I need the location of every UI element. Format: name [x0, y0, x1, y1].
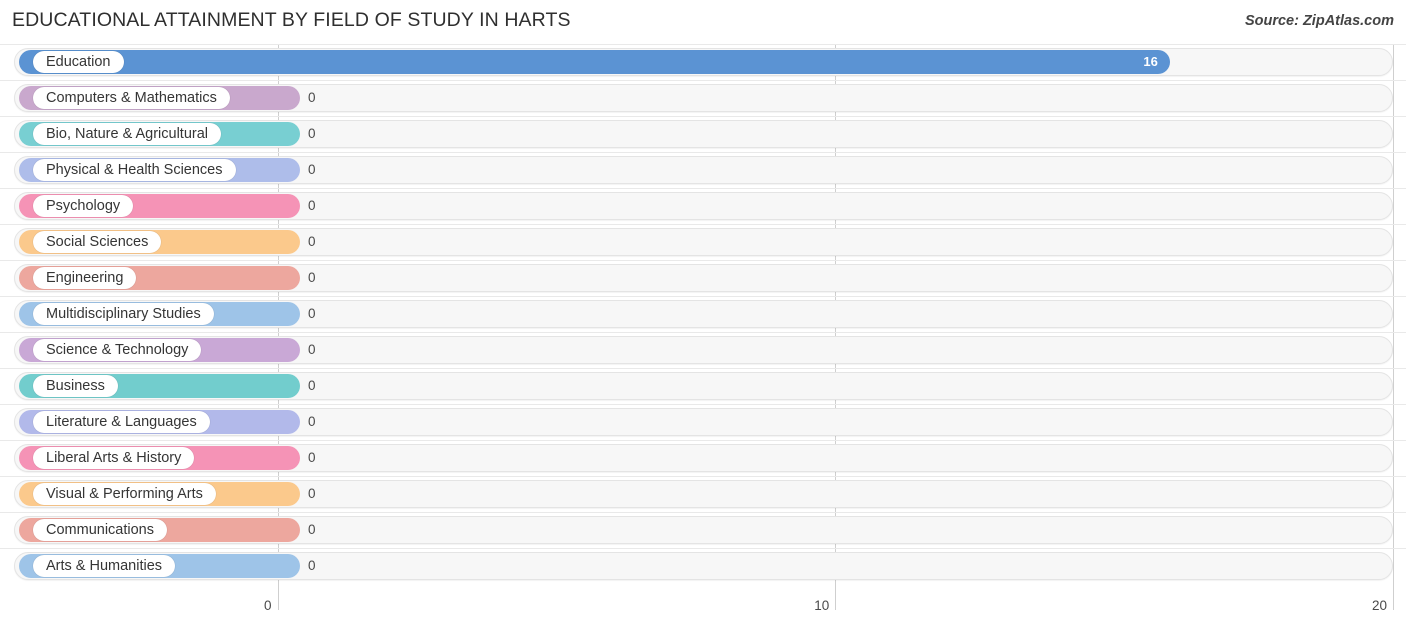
- bar-row[interactable]: 0 Arts & Humanities: [0, 548, 1406, 584]
- bar-row[interactable]: 0 Social Sciences: [0, 224, 1406, 260]
- row-separator: [0, 332, 1406, 333]
- bar-value-label: 0: [308, 342, 316, 357]
- axis-tick-label: 0: [263, 598, 272, 613]
- category-label: Computers & Mathematics: [33, 87, 230, 109]
- bar-value-label: 0: [308, 306, 316, 321]
- row-separator: [0, 512, 1406, 513]
- row-separator: [0, 116, 1406, 117]
- bar-value-label: 16: [1143, 54, 1158, 69]
- bar-value-label: 0: [308, 450, 316, 465]
- bar-row[interactable]: 0 Communications: [0, 512, 1406, 548]
- bar-value-label: 0: [308, 414, 316, 429]
- bar-value-label: 0: [308, 378, 316, 393]
- category-label: Communications: [33, 519, 167, 541]
- bar-value-label: 0: [308, 198, 316, 213]
- category-label: Social Sciences: [33, 231, 162, 253]
- x-axis: 0 10 20: [0, 588, 1406, 632]
- row-separator: [0, 296, 1406, 297]
- bar-value-label: 0: [308, 234, 316, 249]
- row-separator: [0, 548, 1406, 549]
- row-separator: [0, 368, 1406, 369]
- source-attribution: Source: ZipAtlas.com: [1244, 13, 1394, 29]
- row-separator: [0, 404, 1406, 405]
- bar-row[interactable]: 0 Literature & Languages: [0, 404, 1406, 440]
- category-label: Liberal Arts & History: [33, 447, 195, 469]
- bar-row[interactable]: 0 Bio, Nature & Agricultural: [0, 116, 1406, 152]
- bar-row[interactable]: 0 Liberal Arts & History: [0, 440, 1406, 476]
- bar-value-label: 0: [308, 270, 316, 285]
- category-label: Engineering: [33, 267, 137, 289]
- row-separator: [0, 440, 1406, 441]
- bar-row[interactable]: 0 Business: [0, 368, 1406, 404]
- row-separator: [0, 188, 1406, 189]
- bar-row[interactable]: 0 Science & Technology: [0, 332, 1406, 368]
- row-separator: [0, 260, 1406, 261]
- category-label: Business: [33, 375, 118, 397]
- bar-row[interactable]: 0 Engineering: [0, 260, 1406, 296]
- category-label: Education: [33, 51, 124, 73]
- row-separator: [0, 80, 1406, 81]
- bar-value-label: 0: [308, 126, 316, 141]
- bar-value-label: 0: [308, 522, 316, 537]
- category-label: Arts & Humanities: [33, 555, 176, 577]
- row-separator: [0, 152, 1406, 153]
- bar-value-label: 0: [308, 558, 316, 573]
- axis-tick-label: 10: [814, 598, 830, 613]
- bar-row[interactable]: 16 Education: [0, 44, 1406, 80]
- category-label: Visual & Performing Arts: [33, 483, 216, 505]
- axis-tick: [835, 588, 837, 610]
- bar[interactable]: 16: [19, 50, 1170, 74]
- bar-row[interactable]: 0 Visual & Performing Arts: [0, 476, 1406, 512]
- row-separator: [0, 476, 1406, 477]
- axis-tick: [1393, 588, 1394, 610]
- category-label: Physical & Health Sciences: [33, 159, 236, 181]
- bar-value-label: 0: [308, 90, 316, 105]
- category-label: Literature & Languages: [33, 411, 210, 433]
- axis-tick-label: 20: [1371, 598, 1387, 613]
- chart-header: EDUCATIONAL ATTAINMENT BY FIELD OF STUDY…: [0, 0, 1406, 44]
- category-label: Psychology: [33, 195, 134, 217]
- row-separator: [0, 44, 1406, 45]
- bar-row[interactable]: 0 Psychology: [0, 188, 1406, 224]
- row-separator: [0, 224, 1406, 225]
- category-label: Science & Technology: [33, 339, 202, 361]
- bar-row[interactable]: 0 Computers & Mathematics: [0, 80, 1406, 116]
- bar-value-label: 0: [308, 162, 316, 177]
- category-label: Bio, Nature & Agricultural: [33, 123, 221, 145]
- category-label: Multidisciplinary Studies: [33, 303, 214, 325]
- bar-row[interactable]: 0 Multidisciplinary Studies: [0, 296, 1406, 332]
- bar-row[interactable]: 0 Physical & Health Sciences: [0, 152, 1406, 188]
- axis-tick: [277, 588, 279, 610]
- page-title: EDUCATIONAL ATTAINMENT BY FIELD OF STUDY…: [12, 9, 571, 31]
- bar-value-label: 0: [308, 486, 316, 501]
- chart-plot-area: 16 Education 0 Computers & Mathematics 0 Bio,…: [0, 44, 1406, 596]
